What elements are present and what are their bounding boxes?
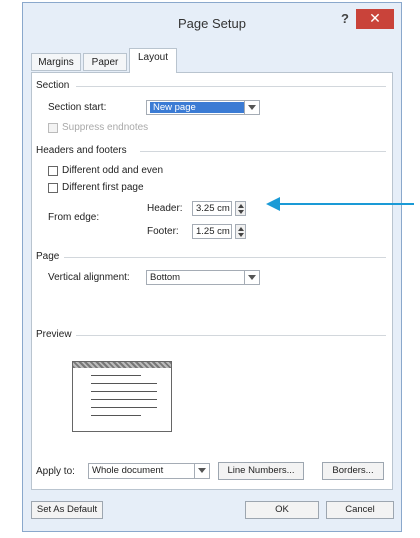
chevron-down-icon[interactable] [244, 101, 259, 114]
page-setup-dialog: Page Setup ? ✕ Margins Paper Layout Sect… [22, 2, 402, 532]
from-edge-label: From edge: [48, 212, 100, 223]
vertical-alignment-value: Bottom [150, 272, 181, 283]
header-spin-buttons[interactable] [235, 201, 246, 216]
footer-distance-label: Footer: [147, 226, 179, 237]
borders-button[interactable]: Borders... [322, 462, 384, 480]
different-odd-even-label: Different odd and even [62, 165, 164, 176]
vertical-alignment-select[interactable]: Bottom [146, 270, 260, 285]
section-start-label: Section start: [48, 102, 107, 113]
apply-to-value: Whole document [92, 465, 164, 476]
chevron-down-icon[interactable] [244, 271, 259, 284]
cancel-button[interactable]: Cancel [326, 501, 394, 519]
line-numbers-button[interactable]: Line Numbers... [218, 462, 304, 480]
section-group-title: Section [36, 80, 70, 91]
title-bar: Page Setup ? ✕ [23, 3, 401, 39]
tab-paper[interactable]: Paper [83, 53, 127, 71]
set-as-default-button[interactable]: Set As Default [31, 501, 103, 519]
divider [140, 151, 386, 152]
apply-to-label: Apply to: [36, 466, 75, 477]
section-start-value: New page [150, 102, 253, 113]
apply-to-select[interactable]: Whole document [88, 463, 210, 479]
help-button[interactable]: ? [338, 11, 352, 27]
divider [64, 257, 386, 258]
section-start-select[interactable]: New page [146, 100, 260, 115]
page-group-title: Page [36, 251, 60, 262]
different-first-page-label: Different first page [62, 182, 144, 193]
divider [76, 335, 386, 336]
headers-footers-group-title: Headers and footers [36, 145, 127, 156]
layout-panel: Section Section start: New page Suppress… [31, 72, 393, 490]
ok-button[interactable]: OK [245, 501, 319, 519]
header-distance-label: Header: [147, 203, 183, 214]
divider [76, 86, 386, 87]
header-distance-input[interactable]: 3.25 cm [192, 201, 232, 216]
tab-margins[interactable]: Margins [31, 53, 81, 71]
vertical-alignment-label: Vertical alignment: [48, 272, 130, 283]
different-first-page-checkbox[interactable] [48, 183, 58, 193]
preview-header-area [73, 362, 171, 368]
chevron-down-icon[interactable] [194, 464, 209, 478]
footer-spin-buttons[interactable] [235, 224, 246, 239]
tab-layout[interactable]: Layout [129, 48, 177, 73]
different-odd-even-checkbox[interactable] [48, 166, 58, 176]
footer-distance-input[interactable]: 1.25 cm [192, 224, 232, 239]
suppress-endnotes-checkbox[interactable] [48, 123, 58, 133]
close-button[interactable]: ✕ [356, 9, 394, 29]
preview-group-title: Preview [36, 329, 72, 340]
page-preview [72, 361, 172, 432]
suppress-endnotes-label: Suppress endnotes [62, 122, 149, 133]
